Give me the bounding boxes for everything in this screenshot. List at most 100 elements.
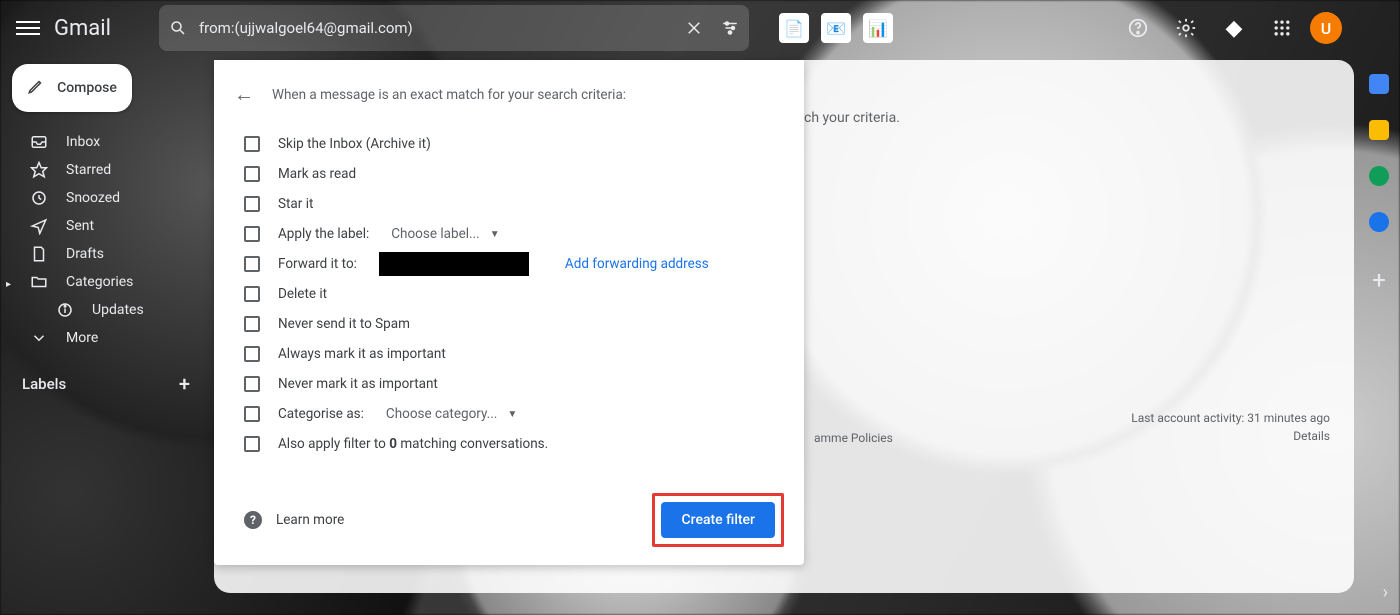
sidebar-item-drafts[interactable]: Drafts <box>8 240 208 268</box>
search-icon <box>169 19 187 37</box>
info-icon <box>56 301 74 319</box>
forward-address-field[interactable] <box>379 252 529 276</box>
checkbox[interactable] <box>244 346 260 362</box>
chevron-down-icon <box>30 329 48 347</box>
add-forwarding-link[interactable]: Add forwarding address <box>565 256 709 272</box>
get-addons-icon[interactable]: + <box>1372 266 1386 294</box>
text: Also apply filter to <box>278 436 389 452</box>
option-always-important[interactable]: Always mark it as important <box>234 339 784 369</box>
nav-label: Drafts <box>66 246 104 262</box>
sidebar-item-inbox[interactable]: Inbox <box>8 128 208 156</box>
checkbox[interactable] <box>244 196 260 212</box>
option-label: Apply the label: <box>278 226 369 242</box>
checkbox[interactable] <box>244 406 260 422</box>
checkbox[interactable] <box>244 376 260 392</box>
checkbox[interactable] <box>244 286 260 302</box>
option-star[interactable]: Star it <box>234 189 784 219</box>
option-delete[interactable]: Delete it <box>234 279 784 309</box>
labels-section-header: Labels + <box>8 352 208 396</box>
search-bar[interactable]: from:(ujjwalgoel64@gmail.com) <box>159 5 749 51</box>
learn-more-link[interactable]: Learn more <box>276 512 344 528</box>
category-dropdown[interactable]: Choose category... ▼ <box>386 406 517 422</box>
empty-criteria-text: ch your criteria. <box>804 110 900 126</box>
checkbox[interactable] <box>244 166 260 182</box>
option-forward[interactable]: Forward it to: Add forwarding address <box>234 249 784 279</box>
checkbox[interactable] <box>244 436 260 452</box>
help-icon[interactable]: ? <box>244 511 262 529</box>
addon-2-icon[interactable]: 📧 <box>821 13 851 43</box>
collapse-panel-icon[interactable]: › <box>1383 582 1388 603</box>
pencil-icon <box>27 77 45 99</box>
gmail-logo[interactable]: Gmail <box>48 14 111 42</box>
inbox-icon <box>30 133 48 151</box>
dialog-footer: ? Learn more Create filter <box>234 493 784 547</box>
sidebar-item-categories[interactable]: ▸ Categories <box>8 268 208 296</box>
clock-icon <box>30 189 48 207</box>
nav-label: Starred <box>66 162 111 178</box>
details-link[interactable]: Details <box>1131 427 1330 445</box>
activity-text: Last account activity: 31 minutes ago <box>1131 409 1330 427</box>
option-never-important[interactable]: Never mark it as important <box>234 369 784 399</box>
option-apply-label[interactable]: Apply the label: Choose label... ▼ <box>234 219 784 249</box>
footer-activity: Last account activity: 31 minutes ago De… <box>1131 409 1330 445</box>
checkbox[interactable] <box>244 256 260 272</box>
match-count: 0 <box>389 436 397 452</box>
settings-icon[interactable] <box>1166 8 1206 48</box>
keep-addon-icon[interactable] <box>1369 120 1389 140</box>
sidebar-item-sent[interactable]: Sent <box>8 212 208 240</box>
expand-caret-icon[interactable]: ▸ <box>6 279 11 290</box>
clear-search-icon[interactable] <box>685 19 703 37</box>
brand-text: Gmail <box>54 16 111 41</box>
checkbox[interactable] <box>244 226 260 242</box>
tasks-addon-icon[interactable] <box>1369 166 1389 186</box>
create-filter-dialog: ← When a message is an exact match for y… <box>214 60 804 565</box>
account-avatar[interactable]: U <box>1310 12 1342 44</box>
checkbox[interactable] <box>244 316 260 332</box>
send-icon <box>30 217 48 235</box>
support-icon[interactable] <box>1118 8 1158 48</box>
create-filter-button[interactable]: Create filter <box>661 502 775 538</box>
dialog-header: ← When a message is an exact match for y… <box>234 82 784 107</box>
compose-button[interactable]: Compose <box>12 64 132 112</box>
nav-label: Inbox <box>66 134 100 150</box>
apps-grid-icon[interactable] <box>1262 8 1302 48</box>
search-options-icon[interactable] <box>721 19 739 37</box>
nav-label: Categories <box>66 274 133 290</box>
nav-label: Updates <box>92 302 144 318</box>
checkbox[interactable] <box>244 136 260 152</box>
option-also-apply[interactable]: Also apply filter to 0 matching conversa… <box>234 429 784 459</box>
option-label: Star it <box>278 196 313 212</box>
compose-label: Compose <box>57 80 117 96</box>
addon-3-icon[interactable]: 📊 <box>863 13 893 43</box>
sidebar-item-snoozed[interactable]: Snoozed <box>8 184 208 212</box>
option-skip-inbox[interactable]: Skip the Inbox (Archive it) <box>234 129 784 159</box>
option-mark-read[interactable]: Mark as read <box>234 159 784 189</box>
add-label-icon[interactable]: + <box>179 372 190 396</box>
option-label: Always mark it as important <box>278 346 446 362</box>
label-dropdown[interactable]: Choose label... ▼ <box>391 226 499 242</box>
contacts-addon-icon[interactable] <box>1369 212 1389 232</box>
nav-label: More <box>66 330 98 346</box>
option-categorise[interactable]: Categorise as: Choose category... ▼ <box>234 399 784 429</box>
notifications-icon[interactable]: ◆ <box>1214 8 1254 48</box>
calendar-addon-icon[interactable] <box>1369 74 1389 94</box>
footer-policies-link[interactable]: amme Policies <box>814 431 893 445</box>
nav-label: Snoozed <box>66 190 120 206</box>
back-arrow-icon[interactable]: ← <box>234 82 254 107</box>
sidebar-item-updates[interactable]: Updates <box>8 296 208 324</box>
folder-icon <box>30 273 48 291</box>
chevron-down-icon: ▼ <box>490 229 500 240</box>
search-query: from:(ujjwalgoel64@gmail.com) <box>199 19 673 37</box>
chevron-down-icon: ▼ <box>507 409 517 420</box>
option-never-spam[interactable]: Never send it to Spam <box>234 309 784 339</box>
option-label: Skip the Inbox (Archive it) <box>278 136 431 152</box>
sidebar-item-starred[interactable]: Starred <box>8 156 208 184</box>
file-icon <box>30 245 48 263</box>
sidebar-item-more[interactable]: More <box>8 324 208 352</box>
nav-label: Sent <box>66 218 94 234</box>
addon-1-icon[interactable]: 📄 <box>779 13 809 43</box>
menu-icon[interactable] <box>16 16 40 40</box>
avatar-initial: U <box>1321 19 1331 38</box>
nav-sidebar: Compose Inbox Starred Snoozed Sent Draft… <box>8 60 208 396</box>
option-label: Categorise as: <box>278 406 364 422</box>
